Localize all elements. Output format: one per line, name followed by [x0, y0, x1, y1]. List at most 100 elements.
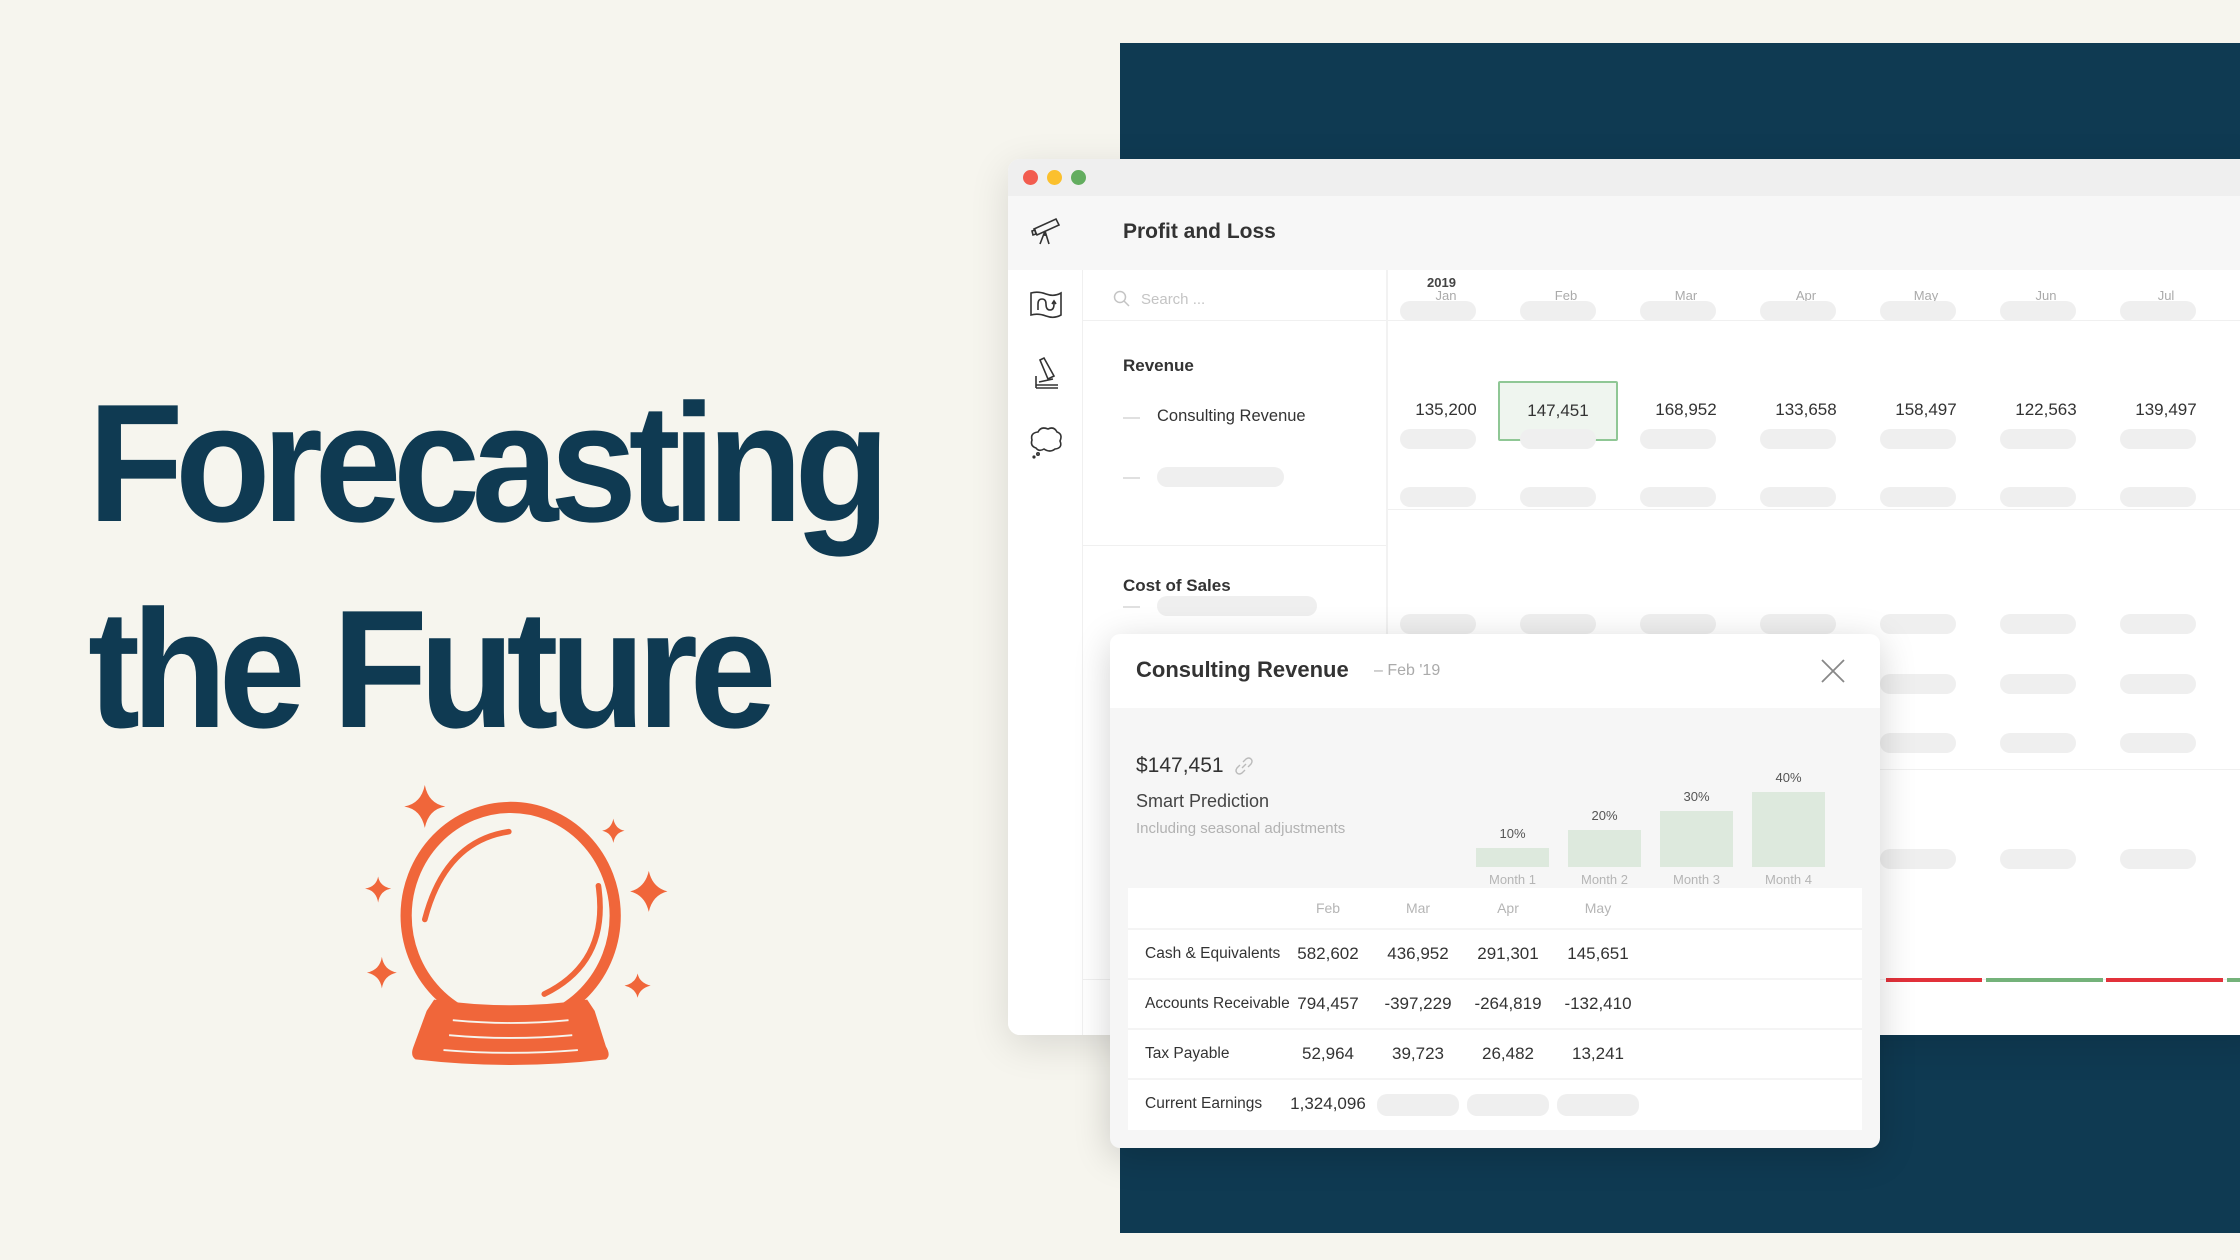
placeholder-cell: [1880, 429, 1956, 449]
seasonal-bar-chart: 10% Month 1 20% Month 2 30% Month 3 40% Month 4: [1476, 734, 1846, 894]
headline: Forecasting the Future: [88, 360, 890, 772]
placeholder-cell: [1760, 429, 1836, 449]
search-icon: [1113, 290, 1130, 307]
page-title: Profit and Loss: [1123, 220, 1276, 243]
placeholder-cell: [2120, 674, 2196, 694]
placeholder-cell: [1520, 614, 1596, 634]
table-row: Current Earnings 1,324,096: [1128, 1078, 1862, 1128]
prediction-sublabel: Including seasonal adjustments: [1136, 820, 1346, 837]
chart-bar: [1568, 829, 1641, 867]
close-icon[interactable]: [1820, 658, 1846, 684]
sparkle-icon: [602, 818, 625, 843]
chart-bar: [1476, 848, 1549, 867]
search-placeholder: Search ...: [1141, 290, 1206, 308]
minimize-window-button[interactable]: [1047, 170, 1062, 185]
placeholder-cell: [1640, 301, 1716, 321]
chart-category-label: Month 3: [1673, 872, 1720, 887]
placeholder-cell: [2000, 614, 2076, 634]
table-cell[interactable]: 145,651: [1538, 944, 1658, 964]
placeholder-cell: [2120, 301, 2196, 321]
negative-indicator: [2106, 978, 2223, 982]
placeholder-cell: [1400, 487, 1476, 507]
placeholder-cell: [1760, 301, 1836, 321]
positive-indicator: [2227, 978, 2240, 982]
value-cell[interactable]: 158,497: [1866, 400, 1986, 420]
table-cell[interactable]: 1,324,096: [1268, 1094, 1388, 1114]
maximize-window-button[interactable]: [1071, 170, 1086, 185]
placeholder-cell: [1520, 429, 1596, 449]
placeholder-cell: [1640, 487, 1716, 507]
forecast-popup: Consulting Revenue – Feb '19 $147,451 Sm…: [1110, 634, 1880, 1148]
table-row: Tax Payable 52,964 39,723 26,482 13,241: [1128, 1028, 1862, 1078]
value-cell[interactable]: 133,658: [1746, 400, 1866, 420]
search-field[interactable]: Search ...: [1113, 284, 1205, 314]
value-cell[interactable]: 168,952: [1626, 400, 1746, 420]
table-row: Cash & Equivalents 582,602 436,952 291,301 1…: [1128, 928, 1862, 978]
value-cell[interactable]: 122,563: [1986, 400, 2106, 420]
telescope-icon[interactable]: [1026, 212, 1066, 252]
headline-line-1: Forecasting: [88, 369, 890, 557]
placeholder-cell: [2120, 429, 2196, 449]
placeholder-cell: [1377, 1094, 1459, 1116]
placeholder-cell: [2000, 674, 2076, 694]
crystal-ball-with-sparkles-icon: [365, 785, 668, 1065]
close-window-button[interactable]: [1023, 170, 1038, 185]
placeholder-cell: [1400, 301, 1476, 321]
value-cell[interactable]: 139,497: [2106, 400, 2226, 420]
placeholder-cell: [1880, 849, 1956, 869]
placeholder-cell: [1520, 487, 1596, 507]
popup-title: Consulting Revenue: [1136, 657, 1349, 682]
table-cell[interactable]: -132,410: [1538, 994, 1658, 1014]
popup-header: Consulting Revenue – Feb '19: [1110, 634, 1880, 708]
chart-bar: [1660, 810, 1733, 867]
row-label-consulting-revenue[interactable]: Consulting Revenue: [1157, 407, 1306, 426]
row-label: Cash & Equivalents: [1145, 945, 1281, 962]
placeholder-cell: [1880, 301, 1956, 321]
page-header: Profit and Loss: [1083, 196, 2240, 270]
map-route-icon[interactable]: [1026, 284, 1066, 324]
placeholder-cell: [1880, 674, 1956, 694]
negative-indicator: [1886, 978, 1982, 982]
row-label: Current Earnings: [1145, 1095, 1263, 1112]
row-label: Tax Payable: [1145, 1045, 1230, 1062]
placeholder-cell: [2120, 733, 2196, 753]
value-cell[interactable]: 135,200: [1386, 400, 1506, 420]
table-cell[interactable]: 13,241: [1538, 1044, 1658, 1064]
chart-category-label: Month 4: [1765, 872, 1812, 887]
placeholder-cell: [2000, 301, 2076, 321]
placeholder-cell: [1760, 487, 1836, 507]
placeholder-cell: [1880, 733, 1956, 753]
sparkle-icon: [366, 956, 397, 989]
column-header: May: [1584, 900, 1612, 916]
chart-data-label: 20%: [1591, 807, 1618, 823]
chart-data-label: 10%: [1499, 826, 1526, 842]
popup-subtitle: – Feb '19: [1374, 662, 1441, 679]
placeholder-cell: [1467, 1094, 1549, 1116]
sparkle-icon: [404, 785, 446, 828]
thought-cloud-icon[interactable]: [1026, 422, 1066, 462]
prediction-label: Smart Prediction: [1136, 791, 1270, 811]
placeholder-cell: [1520, 301, 1596, 321]
chart-data-label: 40%: [1775, 770, 1802, 785]
placeholder-cell: [2120, 487, 2196, 507]
placeholder-cell: [1880, 614, 1956, 634]
placeholder-cell: [2000, 487, 2076, 507]
link-icon[interactable]: [1234, 756, 1254, 776]
table-row: Accounts Receivable 794,457 -397,229 -264,8…: [1128, 978, 1862, 1028]
sparkle-icon: [365, 876, 392, 903]
placeholder-cell: [1880, 487, 1956, 507]
placeholder-cell: [2000, 429, 2076, 449]
prediction-amount: $147,451: [1136, 754, 1254, 778]
forecast-table: Cash & Equivalents 582,602 436,952 291,301 1…: [1128, 888, 1862, 1130]
microscope-icon[interactable]: [1026, 354, 1066, 394]
placeholder-row: [1157, 596, 1317, 616]
sparkle-icon: [624, 973, 651, 998]
sidebar: [1008, 196, 1083, 1035]
placeholder-cell: [2120, 614, 2196, 634]
amount-value: $147,451: [1136, 754, 1224, 777]
chart-bar: [1752, 792, 1825, 867]
placeholder-row: [1157, 467, 1284, 487]
sparkle-icon: [630, 870, 668, 912]
chart-category-label: Month 1: [1489, 872, 1536, 887]
chart-data-label: 30%: [1683, 788, 1710, 804]
